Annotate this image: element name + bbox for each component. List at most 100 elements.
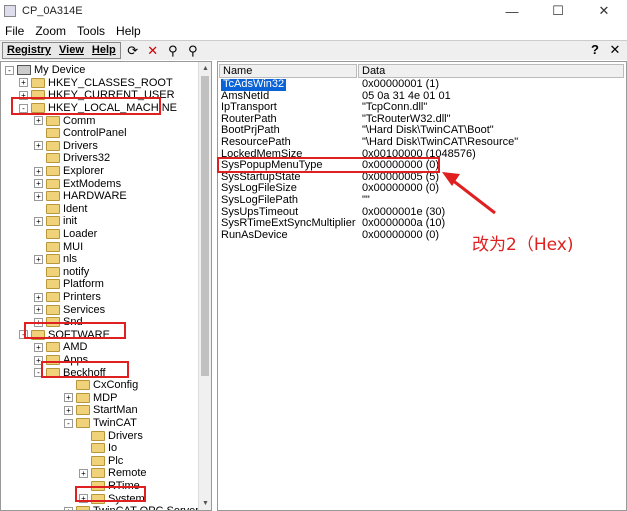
tree-item[interactable]: Plc [79, 455, 123, 468]
tree-item[interactable]: + Services [34, 303, 105, 316]
menu-help[interactable]: Help [116, 24, 141, 38]
folder-icon [46, 216, 60, 227]
list-row[interactable]: SysLogFilePath "" [221, 194, 621, 207]
folder-icon [46, 304, 60, 315]
list-row[interactable]: ResourcePath "\Hard Disk\TwinCAT\Resource… [221, 136, 621, 149]
minimize-button[interactable]: — [489, 0, 535, 22]
tree-item[interactable]: - My Device [5, 64, 85, 77]
expand-icon[interactable]: + [64, 506, 73, 510]
expand-icon[interactable]: + [34, 191, 43, 201]
tree-item[interactable]: + ExtModems [34, 177, 121, 190]
tree-item[interactable]: + Remote [79, 467, 147, 480]
scroll-thumb[interactable] [201, 76, 209, 376]
device-icon [17, 65, 31, 76]
list-row[interactable]: IpTransport "TcpConn.dll" [221, 102, 621, 114]
toolbar-registry[interactable]: Registry [3, 43, 55, 58]
tree-item[interactable]: + StartMan [64, 404, 138, 417]
tree-item-label: Loader [63, 228, 98, 241]
title-bar: CP_0A314E — ☐ ✕ [0, 0, 627, 22]
help-icon[interactable]: ? [587, 42, 603, 58]
tree-item[interactable]: Drivers32 [34, 152, 110, 165]
tree-item[interactable]: Loader [34, 228, 97, 241]
value-name: SysLogFilePath [221, 194, 299, 206]
scroll-down-icon[interactable]: ▼ [199, 497, 211, 510]
tree-item[interactable]: notify [34, 266, 89, 279]
tree-item[interactable]: Platform [34, 278, 104, 291]
tree-item[interactable]: + MDP [64, 392, 117, 405]
tree-item[interactable]: + AMD [34, 341, 87, 354]
expand-icon[interactable]: + [34, 305, 43, 315]
tree-item[interactable]: + HARDWARE [34, 190, 127, 203]
folder-icon [31, 77, 45, 88]
tree-spacer [34, 242, 43, 252]
tree-scrollbar[interactable]: ▲ ▼ [198, 62, 211, 510]
menu-zoom[interactable]: Zoom [35, 24, 66, 38]
toolbar-help[interactable]: Help [88, 43, 120, 58]
scroll-up-icon[interactable]: ▲ [199, 62, 211, 75]
tree-item[interactable]: + Comm [34, 114, 95, 127]
tree-item[interactable]: + Printers [34, 291, 101, 304]
list-pane: Name Data TcAdsWin32 0x00000001 (1) AmsNet… [217, 61, 627, 511]
tree-item-label: init [63, 215, 78, 228]
expand-icon[interactable]: + [79, 468, 88, 478]
tree-item[interactable]: + init [34, 215, 77, 228]
tree-item[interactable]: + Drivers [34, 140, 98, 153]
menu-tools[interactable]: Tools [77, 24, 105, 38]
column-name[interactable]: Name [219, 64, 357, 78]
folder-icon [76, 418, 90, 429]
folder-icon [91, 430, 105, 441]
expand-icon[interactable]: + [34, 254, 43, 264]
expand-icon[interactable]: + [19, 78, 28, 88]
tree-item[interactable]: Drivers [79, 429, 143, 442]
annotation-text: 改为2（Hex) [472, 235, 574, 255]
folder-icon [46, 292, 60, 303]
close-pane-icon[interactable]: ✕ [607, 42, 623, 58]
list-row[interactable]: SysRTimeExtSyncMultiplier 0x0000000a (10) [221, 218, 621, 230]
collapse-icon[interactable]: - [5, 65, 14, 75]
tree-item[interactable]: + TwinCAT OPC Server4 [64, 505, 205, 510]
tree-item[interactable]: ControlPanel [34, 127, 127, 140]
close-button[interactable]: ✕ [581, 0, 627, 22]
find-next-icon[interactable]: ⚲ [185, 43, 201, 59]
tree-item[interactable]: + nls [34, 253, 77, 266]
expand-icon[interactable]: + [34, 116, 43, 126]
refresh-icon[interactable]: ⟳ [125, 43, 141, 59]
tree-spacer [34, 267, 43, 277]
expand-icon[interactable]: + [34, 292, 43, 302]
tree-item[interactable]: + Explorer [34, 165, 104, 178]
delete-icon[interactable]: ✕ [145, 43, 161, 59]
toolbar-view[interactable]: View [55, 43, 88, 58]
menu-file[interactable]: File [5, 24, 24, 38]
expand-icon[interactable]: + [64, 393, 73, 403]
value-data: 0x00000000 (0) [362, 228, 440, 241]
tree-spacer [34, 204, 43, 214]
folder-icon [46, 279, 60, 290]
expand-icon[interactable]: + [34, 141, 43, 151]
value-data: 0x00000000 (0) [362, 182, 440, 195]
expand-icon[interactable]: + [64, 405, 73, 415]
column-data[interactable]: Data [358, 64, 624, 78]
highlight-hklm [11, 97, 161, 115]
folder-icon [91, 468, 105, 479]
tree-item[interactable]: - TwinCAT [64, 417, 137, 430]
tree-item-label: Ident [63, 202, 88, 215]
tree-item[interactable]: Ident [34, 203, 87, 216]
tree-item[interactable]: MUI [34, 240, 83, 253]
folder-icon [46, 254, 60, 265]
tree-item[interactable]: Io [79, 442, 117, 455]
value-name: SysRTimeExtSyncMultiplier [221, 217, 356, 230]
toolbar: Registry View Help ⟳ ✕ ⚲ ⚲ ? ✕ [0, 40, 627, 60]
list-row[interactable]: TcAdsWin32 0x00000001 (1) [221, 78, 621, 91]
tree-item-label: Explorer [63, 165, 104, 178]
value-data: "TcpConn.dll" [362, 101, 428, 114]
expand-icon[interactable]: + [34, 166, 43, 176]
tree-item-label: TwinCAT OPC Server4 [93, 505, 205, 510]
expand-icon[interactable]: + [34, 179, 43, 189]
maximize-button[interactable]: ☐ [535, 0, 581, 22]
find-icon[interactable]: ⚲ [165, 43, 181, 59]
tree-item[interactable]: + HKEY_CLASSES_ROOT [19, 77, 173, 90]
expand-icon[interactable]: + [34, 216, 43, 226]
collapse-icon[interactable]: - [64, 418, 73, 428]
tree-item[interactable]: CxConfig [64, 379, 138, 392]
expand-icon[interactable]: + [34, 342, 43, 352]
